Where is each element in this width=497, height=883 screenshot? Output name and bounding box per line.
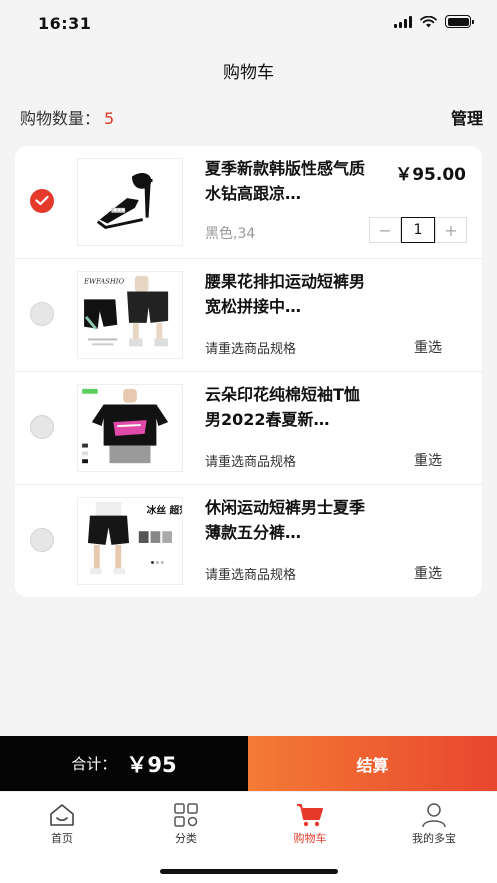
reselect-spec-prompt: 请重选商品规格: [205, 568, 297, 583]
page-title: 购物车: [223, 63, 274, 83]
tab-label: 首页: [51, 832, 73, 845]
cart-summary: 购物数量： 5 管理: [20, 106, 483, 128]
category-grid-icon: [174, 803, 198, 827]
status-bar: 16:31: [0, 0, 497, 48]
product-title[interactable]: 休闲运动短裤男士夏季薄款五分裤…: [205, 495, 365, 545]
home-indicator: [160, 869, 338, 874]
cart-item: 冰丝 超薄 休闲运动短裤男士夏季薄款五分裤… 请重选商品规格 重选: [15, 485, 482, 597]
cart-count-label: 购物数量：: [20, 109, 101, 128]
tab-label: 分类: [175, 832, 197, 845]
tab-label: 购物车: [293, 832, 327, 845]
product-image-shorts[interactable]: EWFASHIO: [77, 271, 183, 359]
tab-category[interactable]: 分类: [136, 802, 236, 846]
product-title[interactable]: 夏季新款韩版性感气质水钻高跟凉…: [205, 156, 365, 206]
battery-icon: [445, 15, 474, 28]
total-area: 合计： ￥95: [0, 736, 248, 791]
product-title[interactable]: 腰果花排扣运动短裤男宽松拼接中…: [205, 269, 365, 319]
thumb-brand-text: EWFASHIO: [83, 278, 124, 286]
item-checkbox-checked[interactable]: [30, 189, 54, 213]
checkout-button[interactable]: 结算: [248, 736, 497, 791]
reselect-button[interactable]: 重选: [414, 450, 442, 470]
manage-button[interactable]: 管理: [451, 105, 483, 129]
cart-item: 夏季新款韩版性感气质水钻高跟凉… ￥95.00 黑色,34 − 1 +: [15, 146, 482, 259]
home-icon: [50, 804, 74, 826]
quantity-stepper: − 1 +: [369, 217, 467, 243]
cart-list: 夏季新款韩版性感气质水钻高跟凉… ￥95.00 黑色,34 − 1 + EWFA…: [15, 146, 482, 597]
tab-label: 我的多宝: [412, 832, 456, 845]
quantity-value[interactable]: 1: [401, 217, 435, 243]
cellular-signal-icon: [394, 15, 412, 28]
tab-cart[interactable]: 购物车: [260, 802, 360, 846]
item-checkbox[interactable]: [30, 415, 54, 439]
cart-icon: [297, 804, 323, 827]
cart-count: 5: [104, 109, 115, 128]
decrement-button[interactable]: −: [369, 217, 401, 243]
cart-item: 云朵印花纯棉短袖T恤男2022春夏新… 请重选商品规格 重选: [15, 372, 482, 485]
reselect-button[interactable]: 重选: [414, 563, 442, 583]
status-time: 16:31: [38, 14, 92, 33]
increment-button[interactable]: +: [435, 217, 467, 243]
reselect-button[interactable]: 重选: [414, 337, 442, 357]
cart-item: EWFASHIO 腰果花排扣运动短裤男宽松拼接中… 请重选商品规格 重选: [15, 259, 482, 372]
product-image-sandals[interactable]: [77, 158, 183, 246]
total-label: 合计：: [71, 755, 117, 773]
status-icons: [394, 15, 474, 28]
tab-profile[interactable]: 我的多宝: [384, 802, 484, 846]
wifi-icon: [420, 15, 437, 27]
product-price: ￥95.00: [395, 165, 466, 185]
item-checkbox[interactable]: [30, 528, 54, 552]
product-variant: 黑色,34: [205, 226, 256, 242]
thumb-badge-text: 冰丝 超薄: [147, 504, 182, 517]
product-title[interactable]: 云朵印花纯棉短袖T恤男2022春夏新…: [205, 382, 365, 432]
reselect-spec-prompt: 请重选商品规格: [205, 455, 297, 470]
product-image-tshirt[interactable]: [77, 384, 183, 472]
item-checkbox[interactable]: [30, 302, 54, 326]
profile-icon: [422, 803, 446, 828]
tab-home[interactable]: 首页: [12, 802, 112, 846]
checkout-bar: 合计： ￥95 结算: [0, 736, 497, 791]
product-image-casual-shorts[interactable]: 冰丝 超薄: [77, 497, 183, 585]
reselect-spec-prompt: 请重选商品规格: [205, 342, 297, 357]
total-value: ￥95: [126, 752, 177, 777]
